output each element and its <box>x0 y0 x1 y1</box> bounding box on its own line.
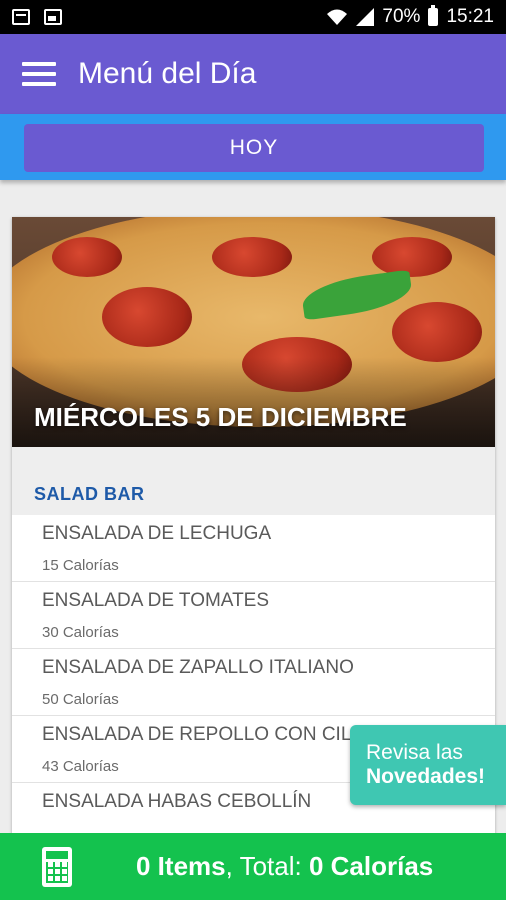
clock: 15:21 <box>446 6 494 27</box>
totals-text: 0 Items, Total: 0 Calorías <box>136 851 433 882</box>
signal-icon <box>356 8 375 26</box>
status-bar: 70% 15:21 <box>0 0 506 34</box>
calendar-icon <box>12 9 30 25</box>
item-name: ENSALADA DE ZAPALLO ITALIANO <box>42 657 354 678</box>
list-item[interactable]: ENSALADA DE LECHUGA 15 Calorías <box>12 515 495 582</box>
item-name: ENSALADA DE LECHUGA <box>42 523 272 544</box>
app-bar: Menú del Día <box>0 34 506 114</box>
section-title: SALAD BAR <box>34 484 145 504</box>
totals-bar: 0 Items, Total: 0 Calorías <box>0 833 506 900</box>
page-title: Menú del Día <box>78 57 257 90</box>
battery-icon <box>428 5 439 26</box>
news-button-line2: Novedades! <box>366 765 486 788</box>
item-calories: 50 Calorías <box>42 691 119 708</box>
items-count: 0 Items <box>136 851 226 881</box>
total-calories: 0 Calorías <box>308 851 434 881</box>
wifi-icon <box>326 8 348 26</box>
tab-today[interactable]: HOY <box>24 124 484 172</box>
item-name: ENSALADA DE TOMATES <box>42 590 270 611</box>
menu-icon[interactable] <box>22 62 56 86</box>
item-calories: 30 Calorías <box>42 624 119 641</box>
total-label: , Total: <box>225 851 309 881</box>
item-calories: 15 Calorías <box>42 557 119 574</box>
battery-percent: 70% <box>382 6 421 27</box>
menu-date: MIÉRCOLES 5 DE DICIEMBRE <box>34 402 407 432</box>
hero-image: MIÉRCOLES 5 DE DICIEMBRE <box>12 217 495 447</box>
image-icon <box>44 9 62 25</box>
section-header: SALAD BAR <box>12 447 495 515</box>
list-item[interactable]: ENSALADA DE ZAPALLO ITALIANO 50 Calorías <box>12 649 495 716</box>
news-button[interactable]: Revisa las Novedades! <box>350 725 506 805</box>
list-item[interactable]: ENSALADA DE TOMATES 30 Calorías <box>12 582 495 649</box>
calculator-icon[interactable] <box>42 846 72 887</box>
news-button-line1: Revisa las <box>366 741 463 764</box>
tab-strip: HOY <box>0 114 506 180</box>
